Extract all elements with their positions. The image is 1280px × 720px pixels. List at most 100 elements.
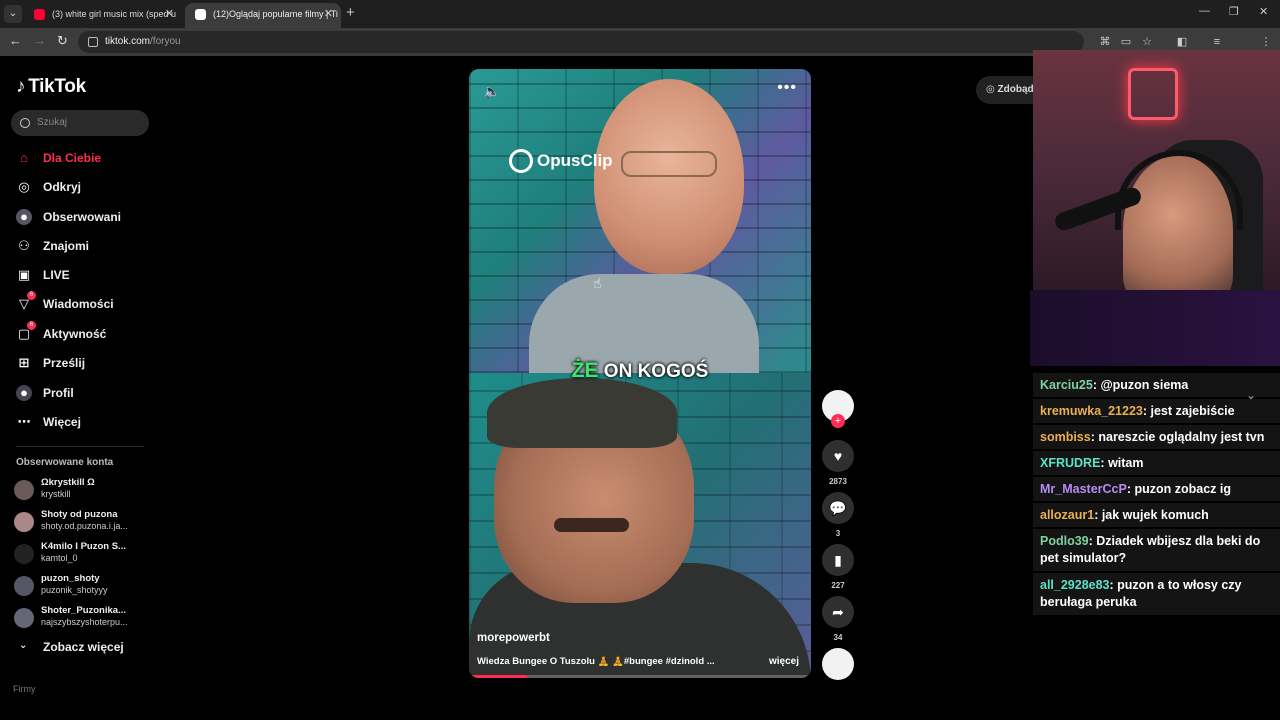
- chevron-down-icon[interactable]: ⌄: [1246, 388, 1256, 402]
- nav-label: LIVE: [43, 268, 70, 282]
- nav-messages[interactable]: ▽ 6 Wiadomości: [16, 291, 114, 314]
- bookmark-icon: ▮: [834, 552, 842, 568]
- sidebar-divider: [16, 446, 144, 447]
- account-handle: kamtol_0: [41, 553, 78, 563]
- browser-tab-tiktok[interactable]: (12)Oglądaj popularne filmy | Ti ✕: [185, 3, 341, 28]
- chat-text: jest zajebiście: [1150, 404, 1235, 418]
- nav-following[interactable]: ● Obserwowani: [16, 207, 121, 227]
- caption-highlight: ŻE: [571, 359, 599, 382]
- followed-accounts-title: Obserwowane konta: [16, 457, 114, 468]
- overlay-panel: [1030, 290, 1280, 366]
- account-name: Ωkrystkill Ω: [41, 477, 95, 488]
- footer-link[interactable]: Firmy: [13, 684, 36, 694]
- more-options-icon[interactable]: •••: [777, 79, 797, 97]
- minimize-icon[interactable]: —: [1199, 5, 1210, 17]
- nav-activity[interactable]: ▢ 6 Aktywność: [16, 321, 107, 344]
- save-count: 227: [831, 581, 845, 590]
- watermark-text: OpusClip: [537, 151, 613, 170]
- share-count: 34: [833, 633, 843, 642]
- account-name: puzon_shoty: [41, 573, 100, 584]
- share-icon: ➦: [832, 604, 844, 620]
- browser-tab-youtube[interactable]: (3) white girl music mix (sped u ✕: [24, 3, 182, 28]
- share-button[interactable]: ➦: [822, 596, 854, 628]
- sound-avatar[interactable]: [822, 648, 854, 680]
- chat-message: XFRUDRE: witam: [1033, 451, 1280, 475]
- person-cap: [487, 378, 677, 448]
- video-caption: ŻE ON KOGOŚ: [469, 359, 811, 383]
- browser-menu-icon[interactable]: ⋮: [1259, 35, 1273, 49]
- volume-icon[interactable]: 🔈: [483, 83, 500, 100]
- site-info-icon[interactable]: [88, 37, 98, 47]
- url-domain: tiktok.com: [105, 36, 151, 47]
- nav-more[interactable]: ⋯ Więcej: [16, 412, 81, 432]
- close-tab-icon[interactable]: ✕: [324, 3, 333, 25]
- following-icon: ●: [16, 209, 32, 225]
- tiktok-logo[interactable]: ♪ TikTok: [16, 76, 86, 98]
- save-button[interactable]: ▮: [822, 544, 854, 576]
- video-frame-top: [469, 69, 811, 384]
- like-count: 2873: [829, 477, 847, 486]
- nav-for-you[interactable]: ⌂ Dla Ciebie: [16, 148, 101, 168]
- chat-user: Podlo39: [1040, 534, 1089, 548]
- chat-user: allozaur1: [1040, 508, 1095, 522]
- video-progress-bar[interactable]: [469, 675, 811, 678]
- translate-icon[interactable]: ⌘: [1098, 35, 1112, 49]
- bookmark-star-icon[interactable]: ☆: [1140, 35, 1154, 49]
- chat-user: all_2928e83: [1040, 578, 1110, 592]
- nav-friends[interactable]: ⚇ Znajomi: [16, 236, 89, 256]
- nav-label: Aktywność: [43, 327, 107, 341]
- restore-icon[interactable]: ❐: [1229, 5, 1239, 18]
- chat-message: all_2928e83: puzon a to włosy czy beruła…: [1033, 573, 1280, 615]
- cast-icon[interactable]: ▭: [1119, 35, 1133, 49]
- nav-label: Obserwowani: [43, 210, 122, 224]
- account-handle: puzonik_shotyyy: [41, 585, 108, 595]
- nav-live[interactable]: ▣ LIVE: [16, 265, 70, 285]
- nav-label: Odkryj: [43, 180, 82, 194]
- close-tab-icon[interactable]: ✕: [165, 3, 174, 25]
- avatar: [14, 608, 34, 628]
- comment-button[interactable]: 💬: [822, 492, 854, 524]
- nav-label: Znajomi: [43, 239, 90, 253]
- new-tab-button[interactable]: +: [346, 4, 355, 21]
- nav-label: Więcej: [43, 415, 81, 429]
- account-name: K4milo I Puzon S...: [41, 541, 126, 552]
- like-button[interactable]: ♥: [822, 440, 854, 472]
- nav-profile[interactable]: ● Profil: [16, 383, 74, 403]
- chat-message: kremuwka_21223: jest zajebiście: [1033, 399, 1280, 423]
- logo-text: TikTok: [28, 76, 86, 97]
- more-icon: ⋯: [17, 414, 31, 429]
- comment-icon: 💬: [829, 500, 847, 516]
- reload-icon[interactable]: ↻: [57, 33, 68, 49]
- nav-label: Dla Ciebie: [43, 151, 102, 165]
- close-window-icon[interactable]: ✕: [1259, 5, 1268, 18]
- tab-title: (3) white girl music mix (sped u: [52, 9, 177, 19]
- video-author[interactable]: morepowerbt: [477, 632, 550, 644]
- chat-message: Karciu25: @puzon siema: [1033, 373, 1280, 397]
- nav-label: Profil: [43, 386, 74, 400]
- search-input[interactable]: Szukaj: [11, 110, 149, 136]
- friends-icon: ⚇: [18, 238, 30, 253]
- tab-title: (12)Oglądaj popularne filmy | Ti: [213, 9, 338, 19]
- address-bar[interactable]: tiktok.com/foryou: [78, 31, 1084, 53]
- nav-label: Wiadomości: [43, 297, 114, 311]
- media-controls-icon[interactable]: ≡: [1210, 35, 1224, 49]
- see-more-button[interactable]: ⌄ Zobacz więcej: [16, 640, 124, 654]
- more-description-button[interactable]: więcej: [769, 656, 799, 667]
- chevron-down-icon: ⌄: [19, 640, 28, 651]
- avatar: [14, 512, 34, 532]
- progress-fill: [469, 675, 528, 678]
- back-icon[interactable]: ←: [9, 33, 22, 48]
- compass-icon: ◎: [18, 179, 30, 194]
- nav-explore[interactable]: ◎ Odkryj: [16, 177, 81, 197]
- chat-text: jak wujek komuch: [1101, 508, 1209, 522]
- forward-icon[interactable]: →: [33, 33, 46, 48]
- tab-search-button[interactable]: ⌄: [4, 5, 22, 23]
- video-player[interactable]: OpusClip ŻE ON KOGOŚ 🔈 ••• morepowerbt W…: [469, 69, 811, 678]
- heart-icon: ♥: [833, 448, 843, 464]
- tiktok-note-icon: ♪: [16, 76, 26, 97]
- follow-plus-icon[interactable]: +: [831, 414, 845, 428]
- nav-upload[interactable]: ⊞ Prześlij: [16, 353, 85, 373]
- streamer-webcam: [1033, 50, 1280, 290]
- extensions-icon[interactable]: ◧: [1175, 35, 1189, 49]
- see-more-label: Zobacz więcej: [43, 640, 124, 654]
